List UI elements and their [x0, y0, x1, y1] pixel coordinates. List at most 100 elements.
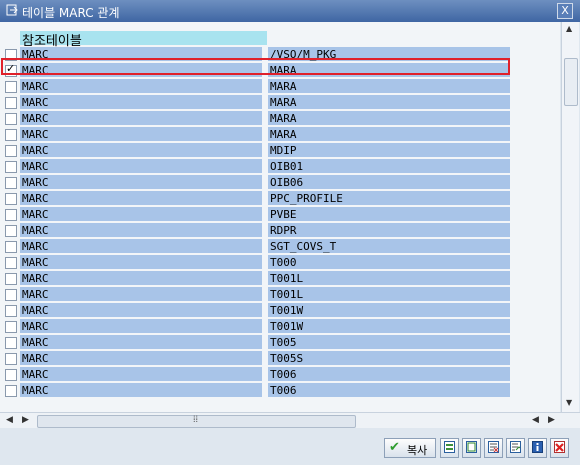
- table-cell-source: MARC: [20, 127, 262, 141]
- table-row[interactable]: MARC T006: [0, 367, 560, 381]
- table-cell-source: MARC: [20, 223, 262, 237]
- relations-dialog: 테이블 MARC 관계 X 참조테이블 MARC/VSO/M_PKG ✓ MARC M…: [0, 0, 580, 465]
- scroll-up-icon[interactable]: ▲: [566, 24, 572, 33]
- table-cell-reference: PVBE: [268, 207, 510, 221]
- table-cell-reference: MARA: [268, 95, 510, 109]
- horizontal-scrollbar[interactable]: ◀ ▶ ⁞⁞ ◀ ▶: [0, 412, 580, 429]
- display-icon: [510, 441, 521, 453]
- table-cell-reference: MARA: [268, 79, 510, 93]
- select-all-button[interactable]: [462, 438, 481, 458]
- row-checkbox[interactable]: [5, 353, 17, 365]
- table-row[interactable]: MARC T005S: [0, 351, 560, 365]
- table-cell-reference: T001W: [268, 303, 510, 317]
- table-cell-source: MARC: [20, 351, 262, 365]
- row-checkbox[interactable]: [5, 273, 17, 285]
- cancel-button[interactable]: [550, 438, 569, 458]
- table-row[interactable]: MARC T001L: [0, 287, 560, 301]
- scroll-down-icon[interactable]: ▼: [566, 398, 572, 407]
- table-cell-source: MARC: [20, 159, 262, 173]
- table-cell-reference: MARA: [268, 111, 510, 125]
- relations-table: 참조테이블 MARC/VSO/M_PKG ✓ MARC MARA MARC MARA MAR…: [0, 22, 560, 412]
- row-checkbox[interactable]: [5, 385, 17, 397]
- row-checkbox[interactable]: [5, 129, 17, 141]
- scroll-right-icon-right[interactable]: ▶: [548, 415, 555, 425]
- table-row[interactable]: MARC SGT_COVS_T: [0, 239, 560, 253]
- info-button[interactable]: [528, 438, 547, 458]
- table-row[interactable]: MARC OIB06: [0, 175, 560, 189]
- row-checkbox[interactable]: [5, 81, 17, 93]
- choose-icon: [444, 441, 455, 453]
- table-cell-source: MARC: [20, 95, 262, 109]
- table-row[interactable]: MARC MARA: [0, 127, 560, 141]
- table-row[interactable]: MARC T001L: [0, 271, 560, 285]
- row-checkbox[interactable]: [5, 161, 17, 173]
- table-cell-reference: OIB06: [268, 175, 510, 189]
- table-cell-source: MARC: [20, 319, 262, 333]
- scroll-right-icon[interactable]: ▶: [22, 415, 29, 425]
- table-row[interactable]: MARC T001W: [0, 319, 560, 333]
- table-row[interactable]: MARC RDPR: [0, 223, 560, 237]
- vertical-scroll-thumb[interactable]: [564, 58, 578, 106]
- table-cell-reference: T006: [268, 383, 510, 397]
- copy-button[interactable]: ✔ 복사: [384, 438, 436, 458]
- table-cell-reference: T000: [268, 255, 510, 269]
- row-checkbox[interactable]: [5, 193, 17, 205]
- table-cell-reference: MARA: [268, 127, 510, 141]
- grip-icon: ⁞⁞: [193, 415, 199, 425]
- scroll-left-icon[interactable]: ◀: [6, 415, 13, 425]
- window-icon: [6, 4, 18, 16]
- table-cell-reference: T005S: [268, 351, 510, 365]
- checkmark-icon: ✔: [389, 440, 400, 455]
- cancel-icon: [554, 441, 565, 453]
- row-checkbox[interactable]: [5, 257, 17, 269]
- close-button[interactable]: X: [557, 3, 573, 19]
- table-row[interactable]: MARC PVBE: [0, 207, 560, 221]
- row-checkbox[interactable]: [5, 321, 17, 333]
- row-checkbox[interactable]: [5, 177, 17, 189]
- table-row[interactable]: MARC OIB01: [0, 159, 560, 173]
- table-row[interactable]: MARC MARA: [0, 95, 560, 109]
- close-icon: X: [561, 4, 569, 17]
- table-cell-reference: SGT_COVS_T: [268, 239, 510, 253]
- row-checkbox[interactable]: [5, 225, 17, 237]
- deselect-button[interactable]: [484, 438, 503, 458]
- table-cell-source: MARC: [20, 383, 262, 397]
- display-button[interactable]: [506, 438, 525, 458]
- table-cell-source: MARC: [20, 287, 262, 301]
- table-row[interactable]: MARC T001W: [0, 303, 560, 317]
- table-cell-source: MARC: [20, 271, 262, 285]
- table-cell-source: MARC: [20, 367, 262, 381]
- row-checkbox[interactable]: [5, 113, 17, 125]
- table-row[interactable]: MARC PPC_PROFILE: [0, 191, 560, 205]
- choose-button[interactable]: [440, 438, 459, 458]
- vertical-scrollbar[interactable]: ▲ ▼: [561, 22, 579, 412]
- table-row[interactable]: MARC T005: [0, 335, 560, 349]
- title-bar: 테이블 MARC 관계 X: [0, 0, 580, 22]
- table-cell-reference: RDPR: [268, 223, 510, 237]
- table-cell-source: MARC: [20, 191, 262, 205]
- row-checkbox[interactable]: [5, 337, 17, 349]
- row-checkbox[interactable]: [5, 305, 17, 317]
- row-checkbox[interactable]: [5, 369, 17, 381]
- row-checkbox[interactable]: [5, 209, 17, 221]
- table-row[interactable]: MARC T000: [0, 255, 560, 269]
- deselect-icon: [488, 441, 499, 453]
- table-row[interactable]: MARC MDIP: [0, 143, 560, 157]
- table-row[interactable]: MARC MARA: [0, 79, 560, 93]
- row-checkbox[interactable]: [5, 241, 17, 253]
- selection-highlight: [1, 58, 510, 75]
- table-row[interactable]: MARC MARA: [0, 111, 560, 125]
- row-checkbox[interactable]: [5, 289, 17, 301]
- table-cell-reference: T001L: [268, 287, 510, 301]
- scroll-left-icon-right[interactable]: ◀: [532, 415, 539, 425]
- table-row[interactable]: MARC T006: [0, 383, 560, 397]
- table-cell-reference: T006: [268, 367, 510, 381]
- table-cell-source: MARC: [20, 335, 262, 349]
- table-cell-source: MARC: [20, 207, 262, 221]
- table-cell-reference: OIB01: [268, 159, 510, 173]
- row-checkbox[interactable]: [5, 97, 17, 109]
- column-header: 참조테이블: [20, 31, 267, 49]
- row-checkbox[interactable]: [5, 145, 17, 157]
- horizontal-scroll-thumb[interactable]: ⁞⁞: [37, 415, 356, 428]
- table-cell-source: MARC: [20, 239, 262, 253]
